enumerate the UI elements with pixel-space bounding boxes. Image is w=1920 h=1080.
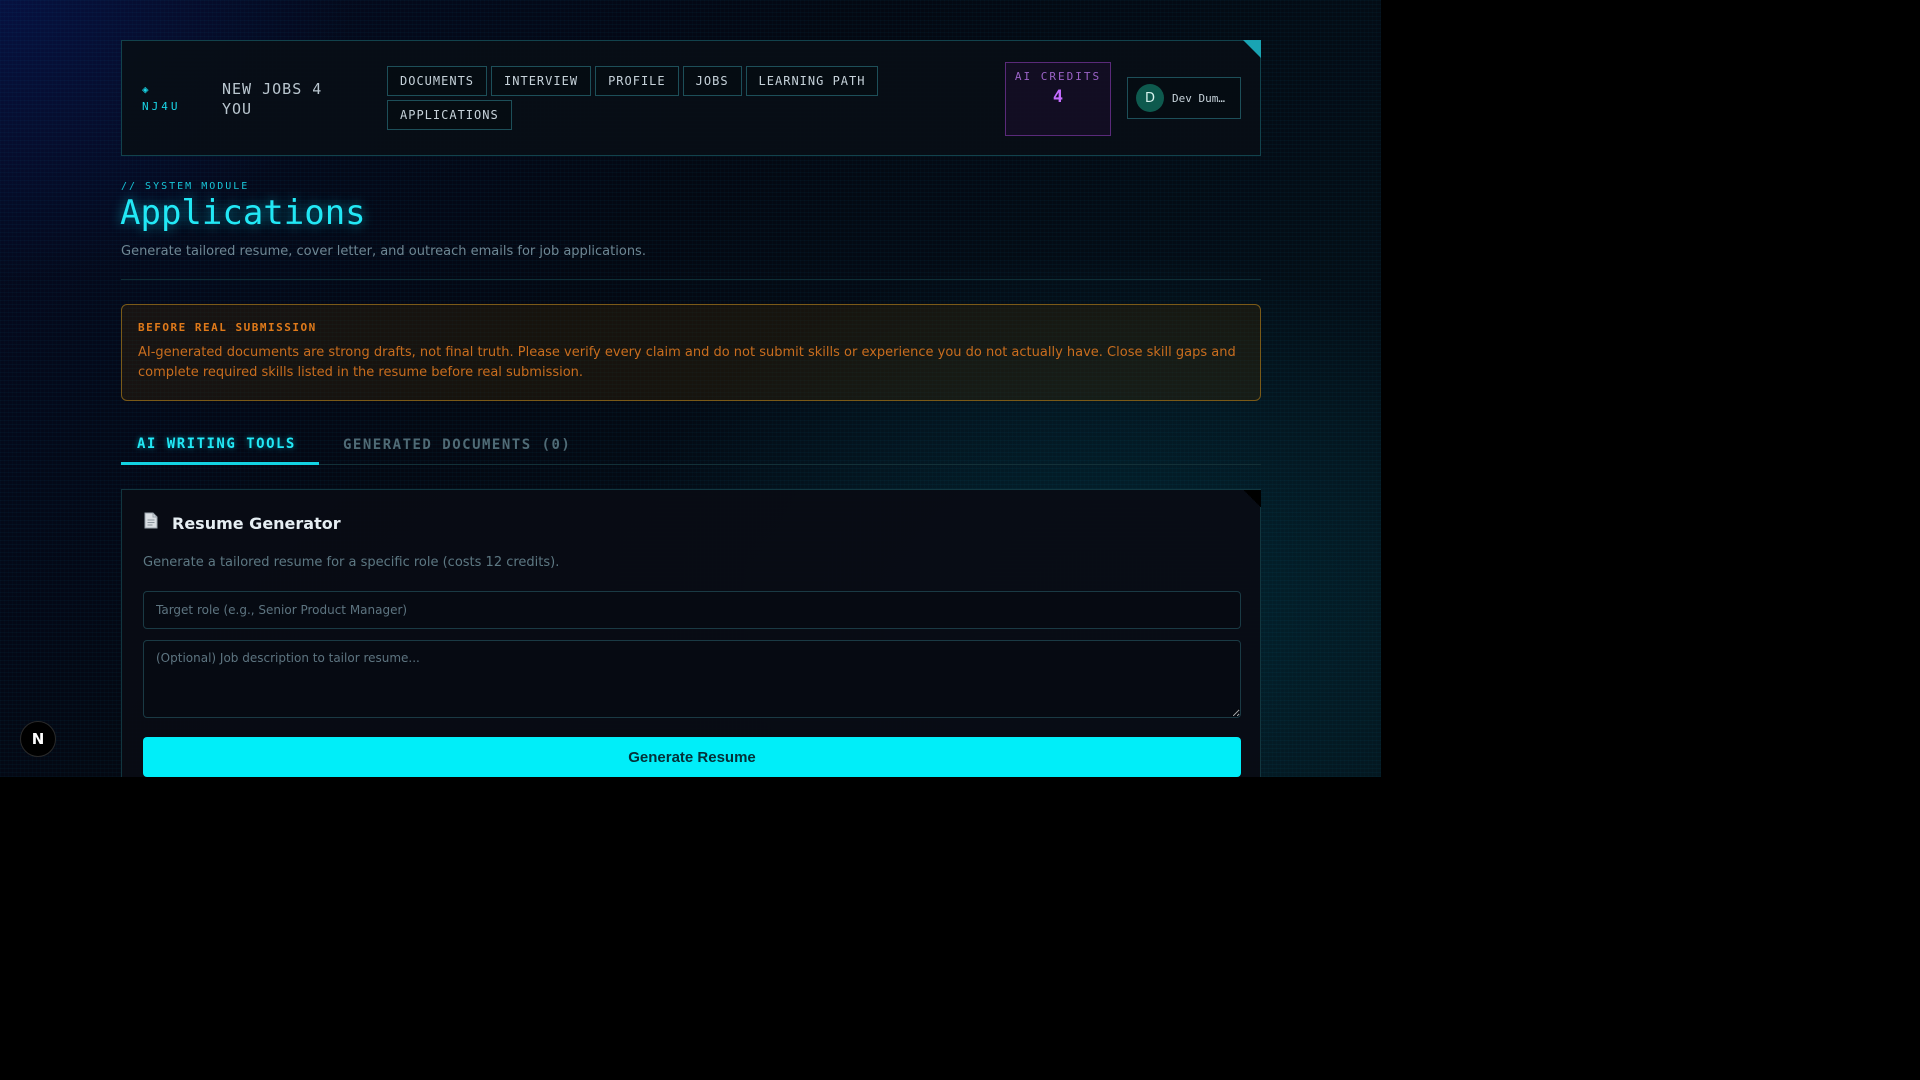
avatar: D xyxy=(1136,84,1164,112)
warning-banner: BEFORE REAL SUBMISSION AI-generated docu… xyxy=(121,304,1261,401)
nav-learning-path[interactable]: LEARNING PATH xyxy=(745,66,879,96)
dev-tools-badge[interactable]: N xyxy=(20,721,56,757)
nav-jobs[interactable]: JOBS xyxy=(682,66,742,96)
brand-logo[interactable]: ◈ NJ4U xyxy=(142,81,181,115)
document-icon xyxy=(144,512,158,534)
ai-credits-badge: AI CREDITS 4 xyxy=(1005,62,1111,136)
nav-interview[interactable]: INTERVIEW xyxy=(491,66,592,96)
nav-profile[interactable]: PROFILE xyxy=(595,66,679,96)
brand-logo-text: NJ4U xyxy=(142,100,181,113)
tab-generated-documents[interactable]: GENERATED DOCUMENTS (0) xyxy=(343,425,571,465)
job-description-textarea[interactable] xyxy=(143,640,1241,718)
nav-applications[interactable]: APPLICATIONS xyxy=(387,100,512,130)
card-header: Resume Generator xyxy=(144,512,341,534)
app-viewport: ◈ NJ4U New Jobs 4 You DOCUMENTS INTERVIE… xyxy=(0,0,1381,777)
target-role-input[interactable] xyxy=(143,591,1241,629)
divider xyxy=(121,279,1261,280)
warning-text: AI-generated documents are strong drafts… xyxy=(138,345,1236,380)
credits-label: AI CREDITS xyxy=(1014,70,1102,83)
header-corner-accent xyxy=(1243,40,1261,58)
page-title: Applications xyxy=(120,193,366,233)
main-nav: DOCUMENTS INTERVIEW PROFILE JOBS LEARNIN… xyxy=(387,66,917,130)
diamond-icon: ◈ xyxy=(142,83,152,96)
page-subtitle: Generate tailored resume, cover letter, … xyxy=(121,244,646,259)
card-title: Resume Generator xyxy=(172,513,341,533)
warning-title: BEFORE REAL SUBMISSION xyxy=(138,321,317,334)
nav-documents[interactable]: DOCUMENTS xyxy=(387,66,488,96)
page-kicker: // SYSTEM MODULE xyxy=(121,181,250,192)
card-description: Generate a tailored resume for a specifi… xyxy=(143,555,560,570)
brand-name[interactable]: New Jobs 4 You xyxy=(222,79,352,119)
card-corner-cut xyxy=(1243,489,1261,507)
tab-ai-writing-tools[interactable]: AI WRITING TOOLS xyxy=(121,425,319,465)
resume-generator-card: Resume Generator Generate a tailored res… xyxy=(121,489,1261,777)
top-header: ◈ NJ4U New Jobs 4 You DOCUMENTS INTERVIE… xyxy=(121,40,1261,156)
user-name: Dev Dum… xyxy=(1172,91,1225,105)
user-menu-button[interactable]: D Dev Dum… xyxy=(1127,77,1241,119)
credits-value: 4 xyxy=(1052,87,1064,107)
tab-bar: AI WRITING TOOLS GENERATED DOCUMENTS (0) xyxy=(121,425,1261,465)
generate-resume-button[interactable]: Generate Resume xyxy=(143,737,1241,777)
